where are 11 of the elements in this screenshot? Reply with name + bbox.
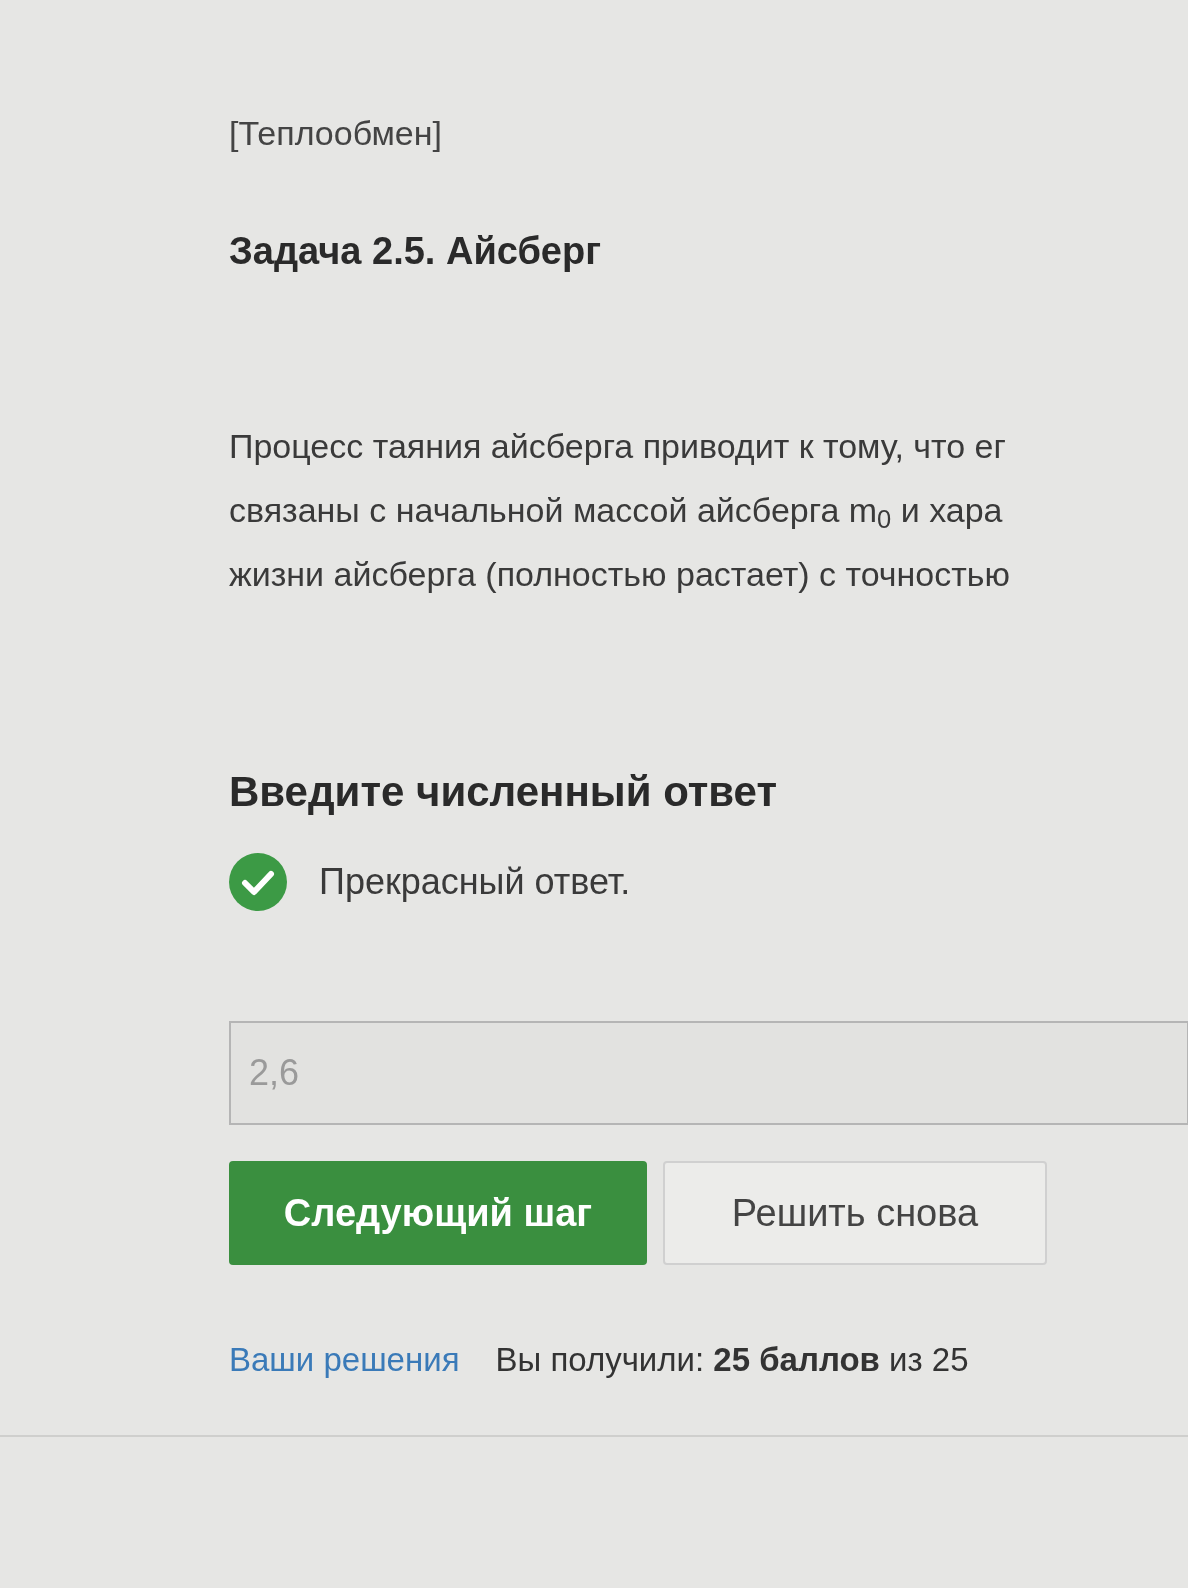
problem-text: жизни айсберга (полностью растает) с точностью bbox=[229, 554, 1011, 595]
problem-text: Процесс таяния айсберга приводит к тому, что ег bbox=[229, 426, 1006, 467]
category-label: [Теплообмен] bbox=[229, 113, 442, 154]
task-title: Задача 2.5. Айсберг bbox=[229, 229, 602, 274]
next-step-button[interactable]: Следующий шаг bbox=[229, 1161, 647, 1265]
solutions-link[interactable]: Ваши решения bbox=[229, 1335, 460, 1385]
answer-heading: Введите численный ответ bbox=[229, 767, 777, 817]
score-text: Вы получили: 25 баллов из 25 bbox=[495, 1340, 969, 1380]
retry-button[interactable]: Решить снова bbox=[663, 1161, 1047, 1265]
feedback-text: Прекрасный ответ. bbox=[319, 860, 631, 904]
problem-text: связаны с начальной массой айсберга m$_{0}$ и хара bbox=[229, 490, 1003, 536]
